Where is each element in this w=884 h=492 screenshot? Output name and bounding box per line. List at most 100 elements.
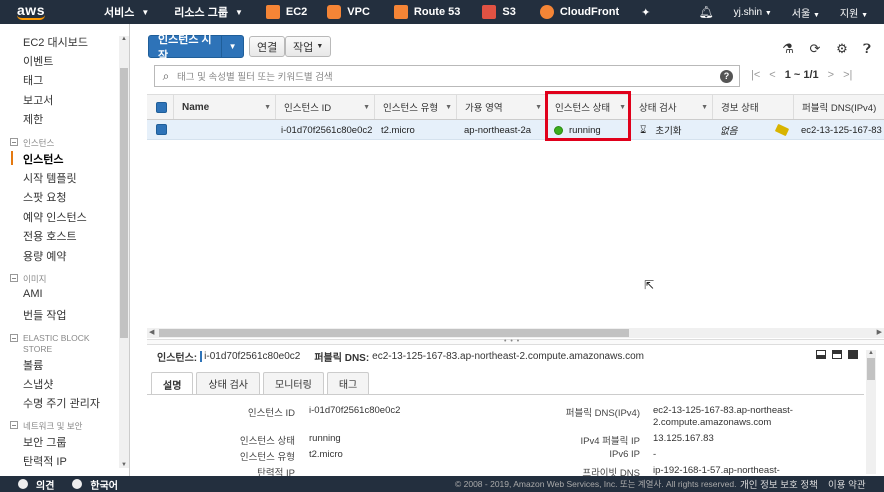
tab-description[interactable]: 설명 — [151, 372, 194, 395]
shortcut-ec2[interactable]: EC2 — [258, 0, 315, 24]
sidebar-item-tags[interactable]: 태그 — [23, 72, 43, 88]
column-instance-type[interactable]: 인스턴스 유형 ▼ — [374, 95, 456, 119]
column-name[interactable]: Name ▼ — [173, 95, 275, 119]
sidebar-item-ami[interactable]: AMI — [23, 288, 43, 300]
language-selector[interactable]: 한국어 — [54, 477, 118, 492]
sidebar-section-instances[interactable]: 인스턴스 — [10, 137, 54, 149]
footer: 의견 한국어 © 2008 - 2019, Amazon Web Service… — [0, 476, 884, 492]
field-value-ipv6-ip: - — [653, 449, 657, 460]
sidebar-item-limits[interactable]: 제한 — [23, 111, 43, 127]
panel-maximize-icon[interactable] — [848, 350, 858, 359]
chevron-down-icon: ▼ — [316, 43, 324, 50]
gear-icon[interactable]: ⚙ — [834, 41, 850, 57]
panel-resize-handle[interactable]: • • • — [147, 338, 884, 345]
sidebar: EC2 대시보드 이벤트 태그 보고서 제한 인스턴스 인스턴스 시작 템플릿 … — [0, 24, 130, 476]
scroll-up-icon[interactable]: ▲ — [868, 350, 874, 356]
next-page-icon[interactable]: > — [828, 69, 834, 81]
detail-header: 인스턴스: i-01d70f2561c80e0c2 퍼블릭 DNS: ec2-1… — [157, 350, 644, 364]
panel-bottom-icon[interactable] — [816, 350, 826, 359]
table-row[interactable]: i-01d70f2561c80e0c2 t2.micro ap-northeas… — [147, 120, 884, 140]
field-label-ipv6-ip: IPv6 IP — [609, 449, 640, 460]
terms-link[interactable]: 이용 약관 — [828, 477, 866, 491]
sidebar-section-images[interactable]: 이미지 — [10, 273, 46, 285]
column-alarm-status[interactable]: 경보 상태 — [712, 95, 793, 119]
tab-tags[interactable]: 태그 — [326, 372, 370, 394]
sidebar-item-reports[interactable]: 보고서 — [23, 92, 53, 108]
column-public-dns[interactable]: 퍼블릭 DNS(IPv4) — [793, 95, 884, 119]
cell-instance-type: t2.micro — [381, 124, 415, 136]
scroll-up-icon[interactable]: ▲ — [121, 36, 127, 42]
create-alarm-icon[interactable] — [774, 120, 790, 140]
feedback-button[interactable]: 의견 — [0, 477, 54, 492]
globe-icon — [72, 479, 83, 489]
detail-scroll-thumb[interactable] — [867, 358, 875, 380]
help-icon[interactable]: ? — [720, 69, 733, 83]
sidebar-item-security-groups[interactable]: 보안 그룹 — [23, 434, 67, 450]
horizontal-scroll-thumb[interactable] — [159, 329, 629, 337]
sidebar-item-dedicated-hosts[interactable]: 전용 호스트 — [23, 228, 77, 244]
sidebar-item-events[interactable]: 이벤트 — [23, 53, 53, 69]
field-label-instance-state: 인스턴스 상태 — [239, 436, 295, 447]
tab-status-checks[interactable]: 상태 검사 — [196, 372, 260, 394]
search-bar[interactable]: ⌕ 태그 및 속성별 필터 또는 키워드별 검색 ? — [154, 65, 740, 87]
sidebar-item-reserved-instances[interactable]: 예약 인스턴스 — [23, 209, 87, 225]
actions-button[interactable]: 작업 ▼ — [285, 36, 332, 57]
sidebar-item-elastic-ips[interactable]: 탄력적 IP — [23, 453, 67, 469]
resource-groups-menu[interactable]: 리소스 그룹 ▼ — [158, 0, 252, 24]
shortcut-cloudfront[interactable]: CloudFront — [532, 0, 627, 24]
sidebar-item-bundle-tasks[interactable]: 번들 작업 — [23, 307, 67, 323]
last-page-icon[interactable]: >| — [843, 69, 852, 81]
detail-vertical-scrollbar[interactable]: ▲ — [866, 350, 876, 474]
field-label-instance-id: 인스턴스 ID — [247, 408, 295, 419]
user-menu[interactable]: yj.shin ▼ — [724, 7, 782, 18]
launch-instance-button[interactable]: 인스턴스 시작 ▼ — [148, 34, 244, 62]
column-availability-zone[interactable]: 가용 영역 ▼ — [456, 95, 546, 119]
table-header: Name ▼ 인스턴스 ID ▼ 인스턴스 유형 ▼ 가용 영역 ▼ 인스턴스 상태 ▼ … — [147, 94, 884, 120]
region-menu[interactable]: 서울 ▼ — [782, 5, 830, 20]
cloudfront-service-icon — [539, 5, 554, 19]
shortcut-route53[interactable]: Route 53 — [386, 0, 468, 24]
first-page-icon[interactable]: |< — [751, 69, 760, 81]
help-icon[interactable]: ❓︎ — [859, 41, 875, 57]
sidebar-item-volumes[interactable]: 볼륨 — [23, 357, 43, 373]
connect-button[interactable]: 연결 — [249, 36, 286, 57]
table-horizontal-scrollbar[interactable]: ◀ ▶ — [147, 328, 884, 338]
sidebar-item-capacity-reservations[interactable]: 용량 예약 — [23, 248, 67, 264]
shortcut-vpc[interactable]: VPC — [319, 0, 378, 24]
sidebar-item-launch-templates[interactable]: 시작 템플릿 — [23, 170, 77, 186]
prev-page-icon[interactable]: < — [769, 69, 775, 81]
scroll-left-icon[interactable]: ◀ — [149, 328, 154, 336]
flask-icon[interactable]: ⚗ — [780, 41, 796, 57]
scroll-right-icon[interactable]: ▶ — [877, 328, 882, 336]
route53-service-icon — [393, 5, 408, 19]
support-menu[interactable]: 지원 ▼ — [830, 5, 884, 20]
sidebar-item-snapshots[interactable]: 스냅샷 — [23, 376, 53, 392]
sidebar-item-instances[interactable]: 인스턴스 — [23, 151, 63, 167]
sidebar-item-spot-requests[interactable]: 스팟 요청 — [23, 189, 67, 205]
sidebar-scrollbar[interactable]: ▲ ▼ — [119, 36, 129, 468]
sidebar-item-ec2-dashboard[interactable]: EC2 대시보드 — [23, 34, 88, 50]
shortcut-s3[interactable]: S3 — [474, 0, 523, 24]
select-all-checkbox[interactable] — [156, 102, 167, 113]
sidebar-section-network-security[interactable]: 네트워크 및 보안 — [10, 420, 82, 432]
scroll-down-icon[interactable]: ▼ — [121, 462, 127, 468]
aws-logo[interactable]: aws — [0, 0, 62, 24]
sidebar-section-ebs[interactable]: ELASTIC BLOCK STORE — [10, 333, 110, 355]
collapse-icon — [10, 138, 18, 146]
privacy-policy-link[interactable]: 개인 정보 보호 정책 — [740, 477, 818, 491]
column-instance-id[interactable]: 인스턴스 ID ▼ — [275, 95, 374, 119]
collapse-icon — [10, 334, 18, 342]
chevron-down-icon: ▼ — [812, 11, 820, 19]
panel-split-icon[interactable] — [832, 350, 842, 359]
tab-monitoring[interactable]: 모니터링 — [263, 372, 324, 394]
refresh-icon[interactable]: ⟳ — [807, 41, 823, 57]
sidebar-item-lifecycle-manager[interactable]: 수명 주기 관리자 — [23, 395, 100, 411]
services-menu[interactable]: 서비스 ▼ — [62, 0, 158, 24]
pin-icon[interactable]: ✦ — [633, 0, 658, 24]
cell-instance-id: i-01d70f2561c80e0c2 — [281, 124, 373, 136]
chevron-down-icon[interactable]: ▼ — [221, 36, 243, 57]
sidebar-scroll-thumb[interactable] — [120, 68, 128, 338]
bell-icon[interactable]: 🔔︎ — [688, 5, 723, 19]
row-checkbox[interactable] — [156, 124, 167, 135]
column-status-checks[interactable]: 상태 검사 ▼ — [630, 95, 712, 119]
